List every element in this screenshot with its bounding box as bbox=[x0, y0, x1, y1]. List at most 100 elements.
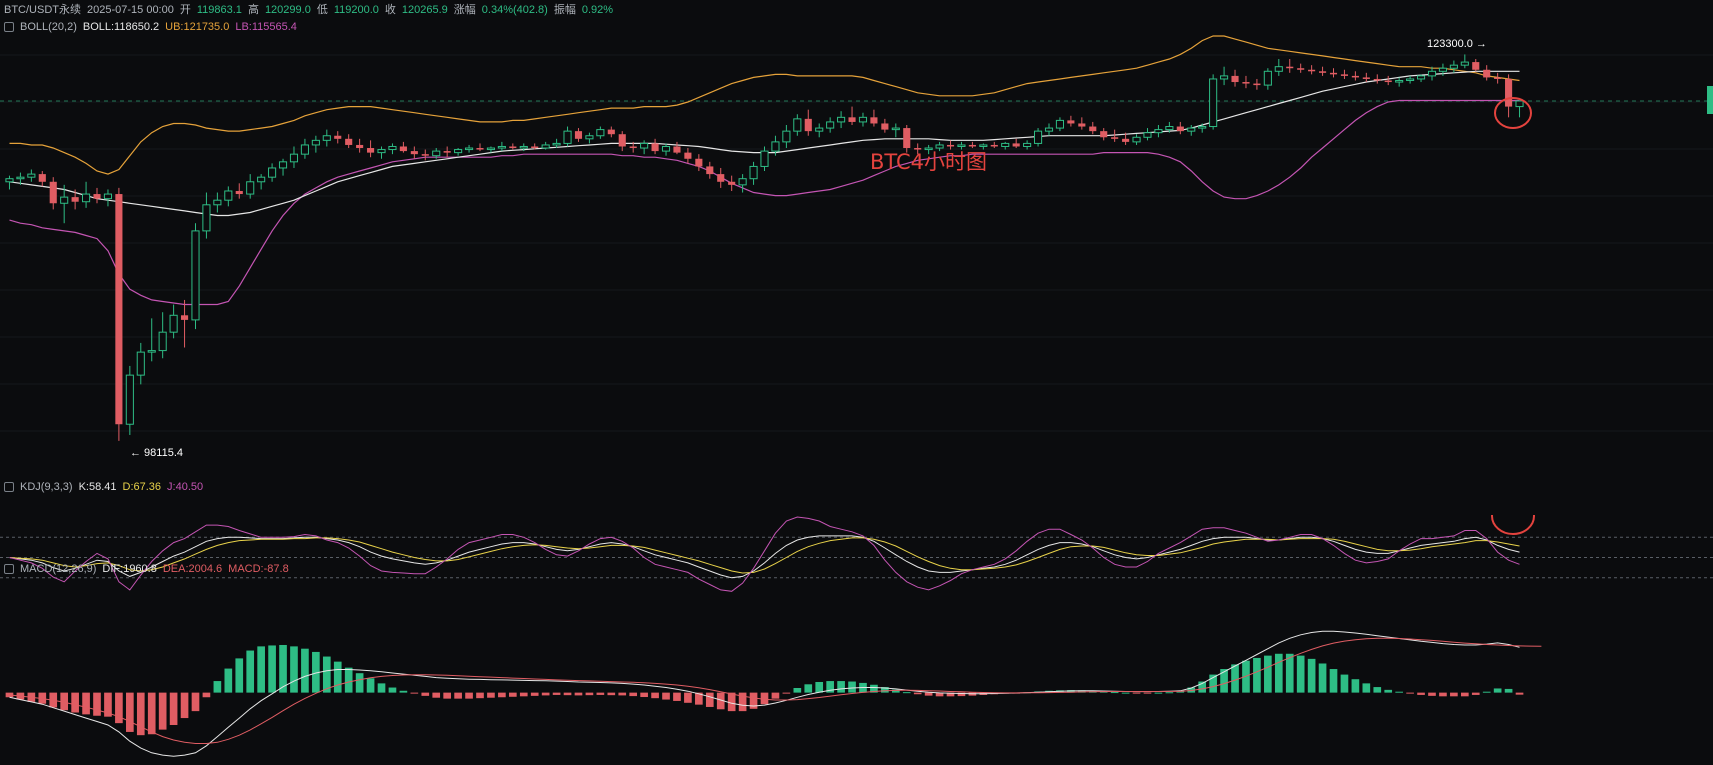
candle-down bbox=[399, 141, 407, 153]
bell-icon[interactable] bbox=[4, 482, 14, 492]
candle-body bbox=[563, 130, 572, 144]
macd-bar-negative bbox=[1132, 692, 1141, 694]
close-label: 收 bbox=[384, 4, 396, 16]
macd-bar-negative bbox=[662, 692, 670, 700]
candle-body bbox=[289, 153, 299, 163]
candle-down bbox=[345, 134, 353, 149]
candle-body bbox=[1132, 136, 1141, 143]
macd-bar-positive bbox=[246, 650, 255, 693]
candle-up bbox=[1034, 128, 1043, 147]
candle-body bbox=[1297, 68, 1305, 70]
macd-bar-negative bbox=[913, 692, 922, 695]
candle-body bbox=[311, 139, 320, 146]
candle-down bbox=[1253, 78, 1261, 90]
macd-bar-negative bbox=[596, 692, 605, 695]
candle-down bbox=[695, 154, 703, 172]
candle-body bbox=[169, 314, 178, 333]
boll-label[interactable]: BOLL(20,2) bbox=[20, 19, 77, 35]
candle-up bbox=[388, 143, 397, 155]
candle-up bbox=[268, 163, 277, 182]
candle-up bbox=[147, 318, 156, 362]
bell-icon[interactable] bbox=[4, 564, 14, 574]
candle-up bbox=[1132, 134, 1141, 145]
macd-bar-positive bbox=[268, 645, 276, 693]
min-price-label: ← 98115.4 bbox=[130, 447, 184, 459]
macd-bar-negative bbox=[607, 692, 616, 696]
candle-body bbox=[1220, 75, 1229, 80]
candle-down bbox=[1176, 121, 1184, 135]
change-value: 0.34%(402.8) bbox=[481, 4, 548, 16]
candle-body bbox=[881, 123, 889, 130]
candle-body bbox=[585, 135, 594, 140]
bell-icon[interactable] bbox=[4, 22, 14, 32]
macd-bar-negative bbox=[454, 692, 462, 699]
kdj-label[interactable]: KDJ(9,3,3) bbox=[20, 479, 73, 495]
candle-body bbox=[858, 116, 868, 123]
candle-body bbox=[1384, 80, 1392, 83]
candle-body bbox=[224, 190, 233, 201]
candle-body bbox=[815, 127, 824, 132]
price-chart[interactable] bbox=[0, 0, 1713, 470]
candle-body bbox=[574, 131, 583, 139]
candle-body bbox=[180, 315, 189, 320]
candle-body bbox=[552, 142, 561, 146]
candle-up bbox=[1220, 66, 1229, 86]
macd-bar-negative bbox=[673, 692, 681, 701]
bar-time: 2025-07-15 00:00 bbox=[87, 4, 174, 16]
candle-body bbox=[1100, 131, 1108, 138]
macd-bar-positive bbox=[366, 678, 375, 693]
macd-bar-positive bbox=[344, 667, 353, 693]
macd-bar-negative bbox=[126, 692, 134, 732]
macd-bar-negative bbox=[563, 692, 572, 696]
macd-bar-negative bbox=[1515, 692, 1524, 695]
candle-up bbox=[82, 181, 91, 208]
candle-up bbox=[1460, 54, 1469, 69]
candle-body bbox=[115, 194, 123, 425]
candle-down bbox=[410, 146, 418, 159]
candle-body bbox=[1373, 78, 1381, 81]
macd-bar-positive bbox=[235, 658, 244, 693]
macd-bar-positive bbox=[1154, 692, 1163, 694]
candle-body bbox=[334, 135, 342, 139]
candle-body bbox=[136, 351, 145, 376]
candle-body bbox=[410, 151, 418, 155]
candle-body bbox=[1044, 127, 1054, 132]
macd-bar-negative bbox=[771, 692, 780, 699]
macd-bar-negative bbox=[410, 692, 419, 694]
candle-body bbox=[246, 181, 255, 195]
candle-body bbox=[531, 146, 539, 149]
candle-down bbox=[93, 187, 101, 204]
close-value: 120265.9 bbox=[401, 4, 448, 16]
candle-body bbox=[1286, 66, 1294, 69]
macd-bar-positive bbox=[322, 656, 331, 693]
candle-body bbox=[1505, 78, 1513, 107]
macd-bar-negative bbox=[574, 692, 583, 696]
macd-bar-negative bbox=[760, 692, 769, 705]
candle-body bbox=[519, 145, 528, 149]
kdj-chart[interactable] bbox=[0, 515, 1713, 600]
macd-bar-negative bbox=[169, 692, 178, 725]
candle-up bbox=[202, 192, 211, 239]
macd-bar-negative bbox=[508, 692, 517, 697]
candle-down bbox=[1308, 65, 1316, 75]
macd-chart[interactable] bbox=[0, 610, 1713, 765]
candle-down bbox=[1319, 66, 1327, 76]
candle-body bbox=[1406, 78, 1415, 82]
macd-label[interactable]: MACD(12,26,9) bbox=[20, 561, 96, 577]
candle-body bbox=[728, 181, 736, 185]
candle-down bbox=[804, 109, 812, 136]
boll-ub-value: UB:121735.0 bbox=[165, 21, 230, 33]
candle-down bbox=[1351, 71, 1359, 81]
candle-body bbox=[1122, 138, 1130, 142]
candle-body bbox=[93, 194, 101, 199]
macd-bar-negative bbox=[1439, 692, 1447, 697]
macd-bar-positive bbox=[224, 668, 233, 693]
macd-bar-positive bbox=[1362, 683, 1371, 693]
macd-bar-positive bbox=[1285, 653, 1294, 693]
candle-body bbox=[1034, 130, 1043, 144]
candle-body bbox=[268, 167, 277, 178]
candle-down bbox=[706, 161, 714, 179]
macd-bar-positive bbox=[377, 683, 386, 693]
candle-body bbox=[158, 331, 167, 352]
macd-dif-value: DIF:1960.8 bbox=[102, 563, 157, 575]
